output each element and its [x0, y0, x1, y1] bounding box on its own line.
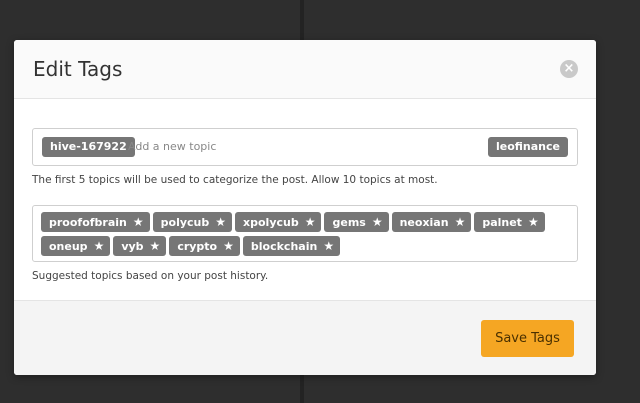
star-icon: ★: [215, 215, 227, 229]
star-icon: ★: [527, 215, 539, 229]
suggested-topic-chip[interactable]: proofofbrain ★: [41, 212, 150, 232]
topic-label: vyb: [121, 240, 144, 253]
suggested-topic-chip[interactable]: vyb ★: [113, 236, 167, 256]
topic-label: xpolycub: [243, 216, 299, 229]
star-icon: ★: [132, 215, 144, 229]
suggested-topic-chip[interactable]: oneup ★: [41, 236, 111, 256]
save-tags-button[interactable]: Save Tags: [481, 320, 574, 357]
suggested-topics-hint: Suggested topics based on your post hist…: [32, 270, 269, 282]
modal-header: Edit Tags ×: [14, 40, 596, 99]
modal-title: Edit Tags: [33, 57, 123, 81]
topic-label: crypto: [177, 240, 218, 253]
suggested-topic-chip[interactable]: neoxian ★: [391, 212, 472, 232]
suggested-topics-box: proofofbrain ★ polycub ★ xpolycub ★ gems ★ neoxi…: [32, 205, 578, 262]
modal-body: hive-167922 Add a new topic leofinance T…: [14, 99, 596, 301]
suggested-topic-chip[interactable]: xpolycub ★: [235, 212, 322, 232]
topic-label: neoxian: [399, 216, 449, 229]
close-icon[interactable]: ×: [560, 60, 578, 78]
topic-label: oneup: [49, 240, 88, 253]
star-icon: ★: [223, 239, 234, 253]
topic-label: blockchain: [250, 240, 318, 253]
modal-footer: Save Tags: [14, 300, 596, 375]
star-icon: ★: [323, 239, 335, 253]
tag-input-placeholder[interactable]: Add a new topic: [128, 140, 216, 153]
suggested-topic-chip[interactable]: palnet ★: [474, 212, 545, 232]
star-icon: ★: [371, 215, 383, 229]
star-icon: ★: [304, 215, 316, 229]
star-icon: ★: [149, 239, 161, 253]
topic-label: proofofbrain: [49, 216, 127, 229]
tag-input-field[interactable]: hive-167922 Add a new topic leofinance: [32, 128, 578, 166]
edit-tags-modal: Edit Tags × hive-167922 Add a new topic …: [14, 40, 596, 375]
suggested-topic-chip[interactable]: blockchain ★: [242, 236, 341, 256]
selected-tag[interactable]: leofinance: [487, 137, 568, 157]
selected-tag[interactable]: hive-167922: [42, 137, 135, 157]
star-icon: ★: [454, 215, 466, 229]
suggested-topic-chip[interactable]: polycub ★: [152, 212, 233, 232]
suggested-topic-chip[interactable]: crypto ★: [169, 236, 240, 256]
suggested-topic-chip[interactable]: gems ★: [324, 212, 389, 232]
topic-label: gems: [332, 216, 366, 229]
topics-hint: The first 5 topics will be used to categ…: [32, 174, 438, 186]
topic-label: palnet: [482, 216, 522, 229]
star-icon: ★: [93, 239, 105, 253]
topic-label: polycub: [160, 216, 210, 229]
